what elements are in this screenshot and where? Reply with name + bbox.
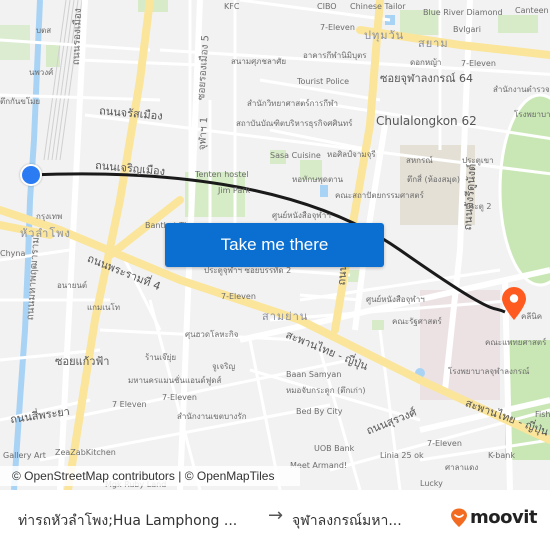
- area-label: สยาม: [418, 37, 449, 50]
- poi-label: นพวงศ์: [29, 68, 54, 77]
- road-label: Chulalongkon 62: [376, 114, 477, 128]
- poi-label: ศูนย์หนังสือจุฬาฯ: [366, 295, 425, 304]
- map-attribution: © OpenStreetMap contributors | © OpenMap…: [0, 466, 300, 486]
- poi-label: สำนักงานตำรวจแห่ง: [493, 85, 550, 94]
- poi-label: ZeaZabKitchen: [55, 448, 116, 457]
- poi-label: สำนักงานเขตบางรัก: [177, 412, 247, 421]
- poi-label: Bed By City: [296, 407, 343, 416]
- poi-label: 7-Eleven: [461, 59, 496, 68]
- poi-label: คณะสถาปัตยกรรมศาสตร์: [335, 191, 424, 200]
- moovit-logo[interactable]: moovit: [450, 507, 538, 528]
- poi-label: โรงพยาบาลจุฬาลงกรณ์: [448, 367, 530, 376]
- road-label: ซอยแก้วฟ้า: [55, 355, 110, 368]
- poi-label: หอศิลป์จามจุรี: [327, 150, 376, 159]
- poi-label: จูเจริญ: [212, 362, 236, 371]
- poi-label: ร้านเจ๊ยุ่ย: [145, 353, 177, 362]
- poi-label: Bvlgari: [453, 25, 481, 34]
- poi-label: Blue River Diamond: [423, 8, 503, 17]
- poi-label: 7-Eleven: [427, 439, 462, 448]
- openmaptiles-attribution-link[interactable]: © OpenMapTiles: [185, 469, 275, 483]
- poi-label: โรงพยาบาล: [514, 110, 550, 119]
- poi-label: 7-Eleven: [162, 393, 197, 402]
- poi-label: กรุงเทพ: [36, 212, 63, 221]
- area-label: หัวลำโพง: [20, 227, 71, 240]
- poi-label: 7-Eleven: [221, 292, 256, 301]
- poi-label: UOB Bank: [314, 444, 355, 453]
- poi-label: ศุนฮวดโลหะกิจ: [185, 330, 239, 339]
- poi-label: สหกรณ์: [406, 156, 433, 165]
- origin-marker[interactable]: [20, 164, 42, 186]
- poi-label: Jim Park: [218, 186, 251, 195]
- origin-stop-name: ท่ารถหัวลำโพง;Hua Lamphong ...: [18, 513, 238, 529]
- poi-label: KFC: [224, 2, 240, 11]
- poi-label: ศูนย์หนังสือจุฬาฯ: [272, 211, 331, 220]
- poi-label: ศาลาแดง: [445, 463, 479, 472]
- poi-label: Sasa Cuisine: [270, 151, 321, 160]
- poi-label: Chinese Tailor: [350, 2, 406, 11]
- poi-label: Chyna: [0, 249, 26, 258]
- poi-label: หอทักษพุดตาน: [292, 175, 344, 184]
- poi-label: ประตูจุฬาฯ ซอยบรรทัด 2: [204, 266, 292, 275]
- osm-attribution-link[interactable]: © OpenStreetMap contributors: [12, 469, 175, 483]
- moovit-pin-icon: [451, 508, 467, 527]
- poi-label: Tenten hostel: [195, 170, 249, 179]
- racecourse: [498, 93, 550, 287]
- poi-label: ตึกสี่ (ห้องสมุด): [407, 175, 461, 184]
- pond: [320, 185, 328, 197]
- poi-label: Lucky: [420, 479, 443, 488]
- map-canvas[interactable]: KFC CIBO Chinese Tailor Blue River Diamo…: [0, 0, 550, 490]
- poi-label: ดอกหญ้า: [410, 58, 442, 67]
- poi-label: Tourist Police: [297, 77, 350, 86]
- park-area: [372, 320, 384, 330]
- poi-label: คณะรัฐศาสตร์: [392, 317, 442, 326]
- park-area: [498, 15, 538, 33]
- area-label: สามย่าน: [262, 310, 309, 323]
- poi-label: Linia 25 ok: [380, 451, 424, 460]
- poi-label: คณะแพทยศาสตร์: [485, 338, 547, 347]
- poi-label: 7 Eleven: [112, 400, 147, 409]
- poi-label: แกมเนโท: [87, 303, 121, 312]
- road-label: ถนนรองเมือง: [71, 8, 84, 66]
- poi-label: อนายนต์: [57, 281, 88, 290]
- arrow-right-icon: →: [268, 505, 284, 526]
- poi-label: สำนักวิทยาศาสตร์การกีฬา: [247, 99, 339, 108]
- road-label: ซอยจุฬาลงกรณ์ 64: [380, 72, 474, 85]
- poi-label: อาคารกีฬานิมิบุตร: [303, 51, 367, 60]
- route-footer: ท่ารถหัวลำโพง;Hua Lamphong ... → จุฬาลงก…: [0, 490, 550, 550]
- poi-label: K-bank: [488, 451, 515, 460]
- poi-label: Gallery Art: [3, 451, 46, 460]
- area-label: ปทุมวัน: [364, 29, 405, 42]
- attribution-separator: |: [174, 469, 185, 483]
- moovit-wordmark: moovit: [470, 507, 538, 528]
- poi-label: Canteen: [515, 6, 549, 15]
- destination-name: จุฬาลงกรณ์มหา...: [292, 513, 402, 529]
- take-me-there-button[interactable]: Take me there: [165, 223, 384, 267]
- poi-label: 7-Eleven: [320, 23, 355, 32]
- poi-label: สนามศุภชลาศัย: [231, 57, 287, 66]
- poi-label: Fish: [535, 410, 550, 419]
- poi-label: Baan Samyan: [286, 370, 342, 379]
- poi-label: ตึกกันขโมย: [0, 97, 41, 106]
- poi-label: หมอจับกระดูก (ตึกเก่า): [286, 386, 366, 395]
- destination-pin-icon[interactable]: [501, 287, 527, 321]
- poi-label: สถาบันบัณฑิตบริหารธุรกิจศศินทร์: [236, 119, 353, 128]
- poi-label: CIBO: [317, 2, 337, 11]
- poi-label: บตส: [36, 26, 52, 35]
- poi-label: มหานครแมนชั่นแอนด์ฟูดส์: [128, 376, 222, 385]
